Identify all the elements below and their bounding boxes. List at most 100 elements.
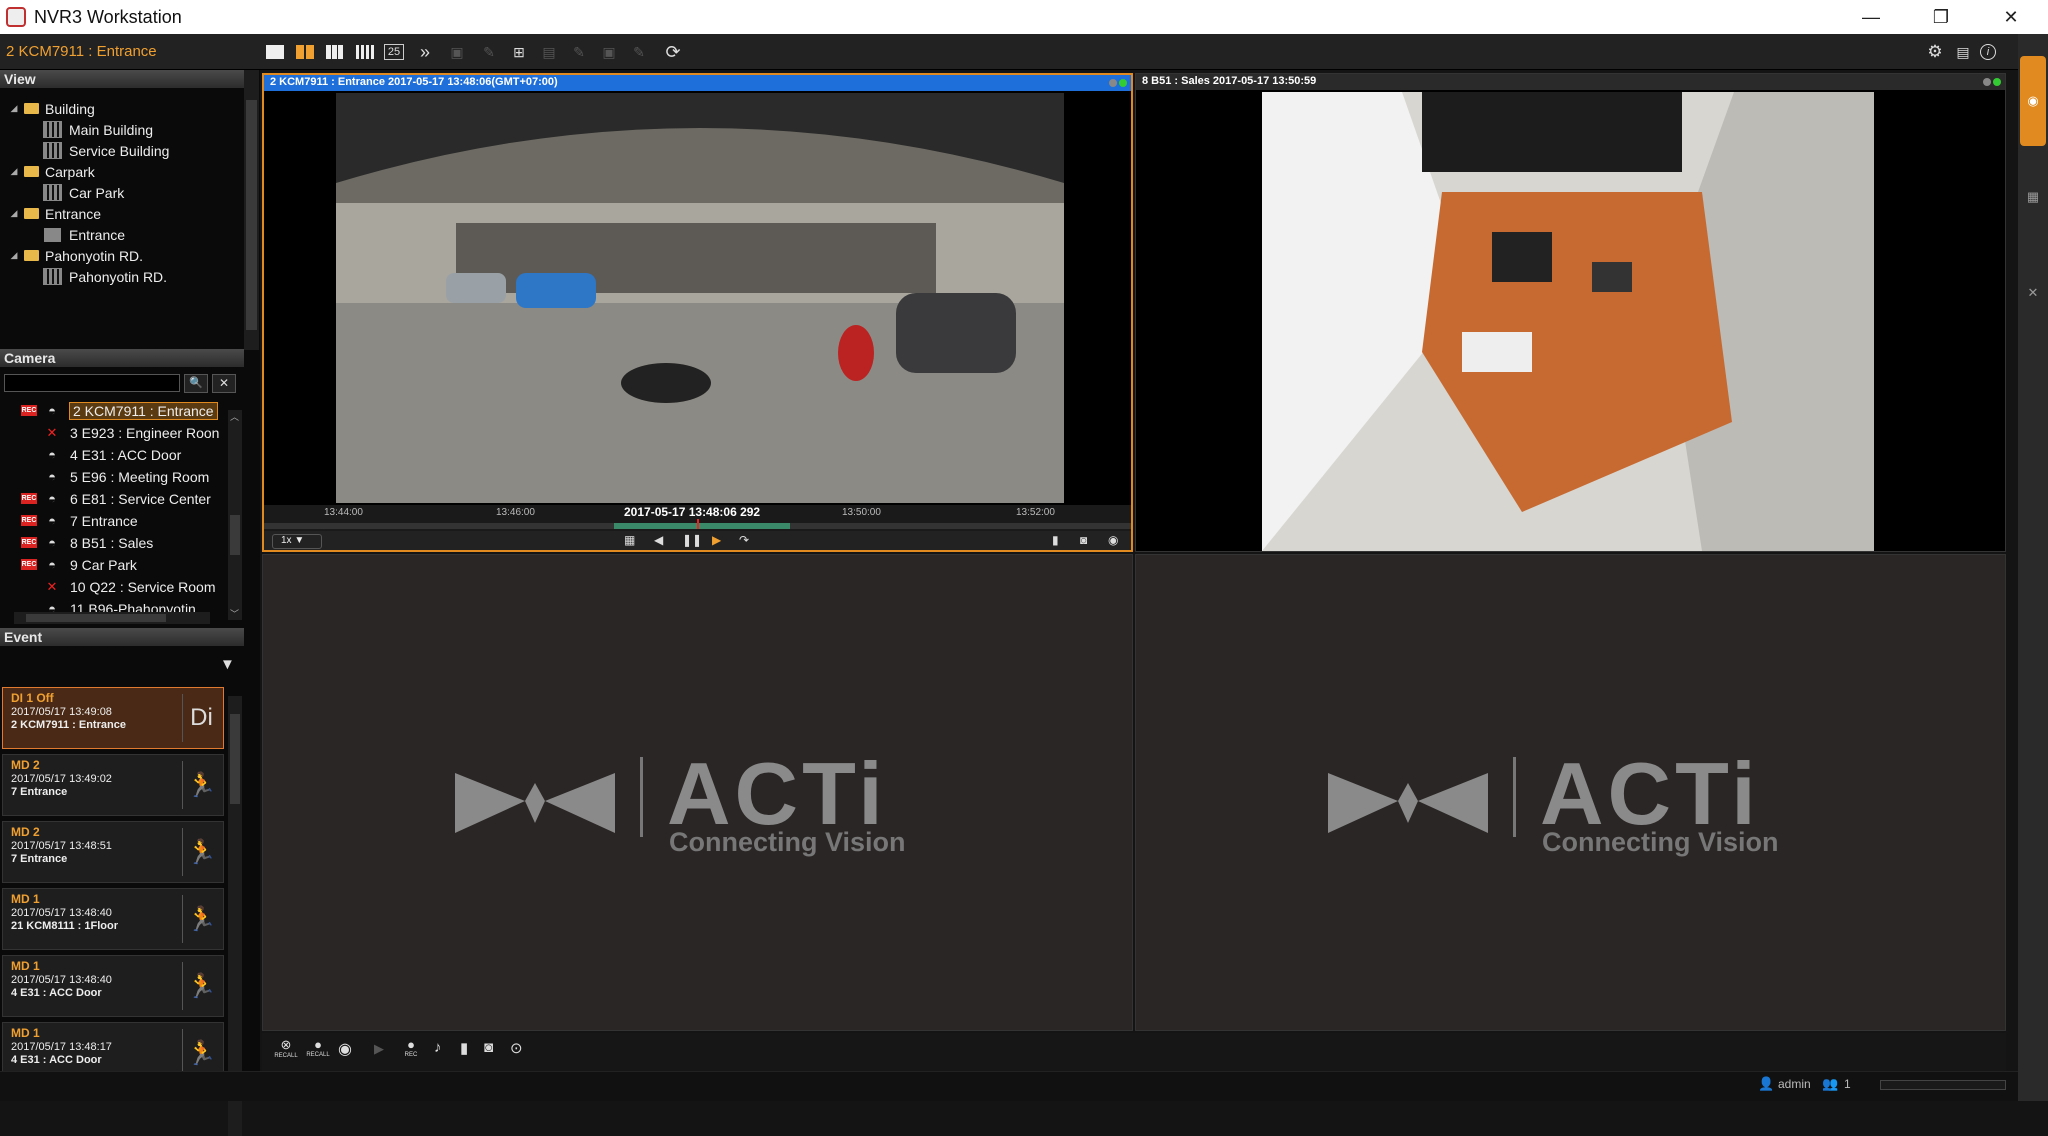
live-view-eye-icon[interactable]: ◉ [2020, 56, 2046, 146]
view-tree-item[interactable]: Car Park [43, 182, 124, 203]
layout-25-button[interactable]: 25 [384, 44, 404, 60]
event-item[interactable]: DI 1 Off 2017/05/17 13:49:08 2 KCM7911 : E… [2, 687, 224, 749]
scroll-up-icon[interactable]: ︿ [230, 410, 239, 423]
layout-4x4-icon[interactable] [354, 42, 376, 62]
view-tree-item[interactable]: Entrance [44, 224, 125, 245]
snapshot-icon[interactable]: ◙ [484, 1039, 493, 1056]
folder-icon [24, 166, 39, 177]
camera-hscrollbar-thumb[interactable] [26, 614, 166, 622]
calendar-icon[interactable]: ▦ [624, 533, 635, 547]
camera-list-item[interactable]: ◓ 4 E31 : ACC Door [0, 444, 230, 465]
panel-online-dot [1119, 79, 1127, 87]
bottom-control-bar: ⊗ RECALL ● RECALL ◉ ▶ ● REC ♪ ▮ ◙ ⊙ [262, 1033, 2006, 1071]
playback-timeline[interactable]: 13:44:00 13:46:00 2017-05-17 13:48:06 29… [264, 505, 1131, 531]
restore-button[interactable]: ❐ [1906, 0, 1976, 34]
play-icon[interactable]: ▶ [712, 533, 721, 547]
camera-list-item[interactable]: REC ◓ 9 Car Park [0, 554, 230, 575]
motion-detection-icon: 🏃 [182, 828, 220, 876]
view-tree-label: Entrance [69, 226, 126, 243]
panel-status-dot [1109, 79, 1117, 87]
event-scrollbar-thumb[interactable] [230, 714, 240, 804]
speed-select[interactable]: 1x ▼ [272, 534, 322, 549]
pause-icon[interactable]: ❚❚ [682, 533, 702, 547]
event-item[interactable]: MD 2 2017/05/17 13:48:51 7 Entrance 🏃 [2, 821, 224, 883]
setup-tools-icon[interactable]: ✕ [2020, 248, 2046, 338]
grid-layout-icon [43, 121, 62, 138]
video-panel-entrance[interactable]: 2 KCM7911 : Entrance 2017-05-17 13:48:06… [262, 73, 1133, 552]
camera-scrollbar-thumb[interactable] [230, 515, 240, 555]
live-view-eye-icon[interactable]: ◉ [1108, 533, 1118, 547]
acti-logo: ACTi Connecting Vision [1328, 744, 1828, 875]
expand-triangle-icon[interactable]: ◢ [4, 103, 24, 114]
view-tree-item[interactable]: Pahonyotin RD. [43, 266, 167, 287]
timeline-cursor[interactable] [697, 519, 699, 529]
camera-hscrollbar[interactable] [14, 612, 210, 624]
timeline-tick: 13:46:00 [496, 507, 535, 518]
camera-icon: ◓ [48, 512, 56, 528]
search-icon[interactable]: 🔍 [184, 374, 208, 393]
event-item[interactable]: MD 1 2017/05/17 13:48:40 4 E31 : ACC Door 🏃 [2, 955, 224, 1017]
view-tree-item[interactable]: Service Building [43, 140, 169, 161]
snapshot-icon[interactable]: ◙ [1080, 533, 1087, 547]
document-icon[interactable]: ▤ [1952, 42, 1974, 62]
camera-list-item[interactable]: REC ◓ 2 KCM7911 : Entrance [0, 400, 230, 421]
camera-search-input[interactable] [4, 374, 180, 392]
playback-controls: 1x ▼ ▦ ◀ ❚❚ ▶ ↷ ▮ ◙ ◉ [264, 531, 1131, 550]
camera-list-item[interactable]: REC ◓ 6 E81 : Service Center [0, 488, 230, 509]
ptz-icon[interactable]: ◉ [338, 1039, 352, 1059]
acti-logo-mark-icon [455, 773, 615, 833]
event-item[interactable]: MD 1 2017/05/17 13:48:40 21 KCM8111 : 1Flo… [2, 888, 224, 950]
timeline-recorded-segment [614, 523, 790, 529]
info-icon[interactable]: i [1980, 44, 1996, 60]
empty-video-panel-4[interactable]: ACTi Connecting Vision [1135, 554, 2006, 1031]
recall-icon[interactable]: ⊗ RECALL [274, 1037, 298, 1059]
refresh-icon[interactable]: ⟳ [662, 42, 684, 62]
step-back-icon[interactable]: ◀ [654, 533, 663, 547]
filter-icon[interactable]: ▼ [220, 656, 235, 673]
video-panel-sales[interactable]: 8 B51 : Sales 2017-05-17 13:50:59 [1135, 73, 2006, 552]
event-scrollbar[interactable] [228, 696, 242, 1136]
view-scrollbar-thumb[interactable] [246, 100, 257, 330]
bookmark-icon[interactable]: ▮ [460, 1039, 468, 1057]
view-tree-item[interactable]: ◢ Building [4, 98, 95, 119]
layout-1x1-icon[interactable] [264, 42, 286, 62]
expand-triangle-icon[interactable]: ◢ [4, 250, 24, 261]
view-tree-item[interactable]: ◢ Entrance [4, 203, 102, 224]
recall-icon[interactable]: ● RECALL [306, 1037, 330, 1058]
panel-status-dot [1983, 78, 1991, 86]
view-tree-item[interactable]: ◢ Pahonyotin RD. [4, 245, 144, 266]
view-scrollbar[interactable] [244, 70, 259, 350]
camera-list-item[interactable]: ✕ 3 E923 : Engineer Roon [0, 422, 230, 443]
microphone-icon[interactable]: ♪ [434, 1039, 442, 1056]
record-icon[interactable]: ● REC [400, 1037, 422, 1058]
expand-triangle-icon[interactable]: ◢ [4, 166, 24, 177]
camera-scrollbar[interactable]: ︿ ﹀ [228, 410, 242, 620]
camera-list-item[interactable]: ◓ 5 E96 : Meeting Room [0, 466, 230, 487]
layout-2x2-icon[interactable] [294, 42, 316, 62]
more-layouts-icon[interactable]: » [414, 42, 436, 62]
timeline-track[interactable] [264, 519, 1131, 529]
view-tree-item[interactable]: ◢ Carpark [4, 161, 95, 182]
jump-icon[interactable]: ↷ [739, 533, 749, 547]
stop-icon[interactable]: ⊙ [510, 1039, 523, 1057]
clear-search-icon[interactable]: ✕ [212, 374, 236, 393]
close-button[interactable]: ✕ [1976, 0, 2046, 34]
add-view-icon[interactable]: ⊞ [508, 42, 530, 62]
grid-layout-icon [43, 142, 62, 159]
layout-3x3-icon[interactable] [324, 42, 346, 62]
settings-gear-icon[interactable]: ⚙ [1924, 42, 1946, 62]
expand-triangle-icon[interactable]: ◢ [4, 208, 24, 219]
view-tree-item[interactable]: Main Building [43, 119, 153, 140]
camera-list-item[interactable]: REC ◓ 8 B51 : Sales [0, 532, 230, 553]
camera-list-item[interactable]: REC ◓ 7 Entrance [0, 510, 230, 531]
scroll-down-icon[interactable]: ﹀ [230, 607, 239, 620]
camera-label: 4 E31 : ACC Door [70, 446, 182, 463]
event-item[interactable]: MD 2 2017/05/17 13:49:02 7 Entrance 🏃 [2, 754, 224, 816]
minimize-button[interactable]: — [1836, 0, 1906, 34]
playback-film-icon[interactable]: ▦ [2020, 152, 2046, 242]
timeline-tick: 13:44:00 [324, 507, 363, 518]
bookmark-icon[interactable]: ▮ [1052, 533, 1059, 547]
timeline-current-time: 2017-05-17 13:48:06 292 [624, 505, 761, 519]
empty-video-panel-3[interactable]: ACTi Connecting Vision [262, 554, 1133, 1031]
camera-list-item[interactable]: ✕ 10 Q22 : Service Room [0, 576, 230, 597]
